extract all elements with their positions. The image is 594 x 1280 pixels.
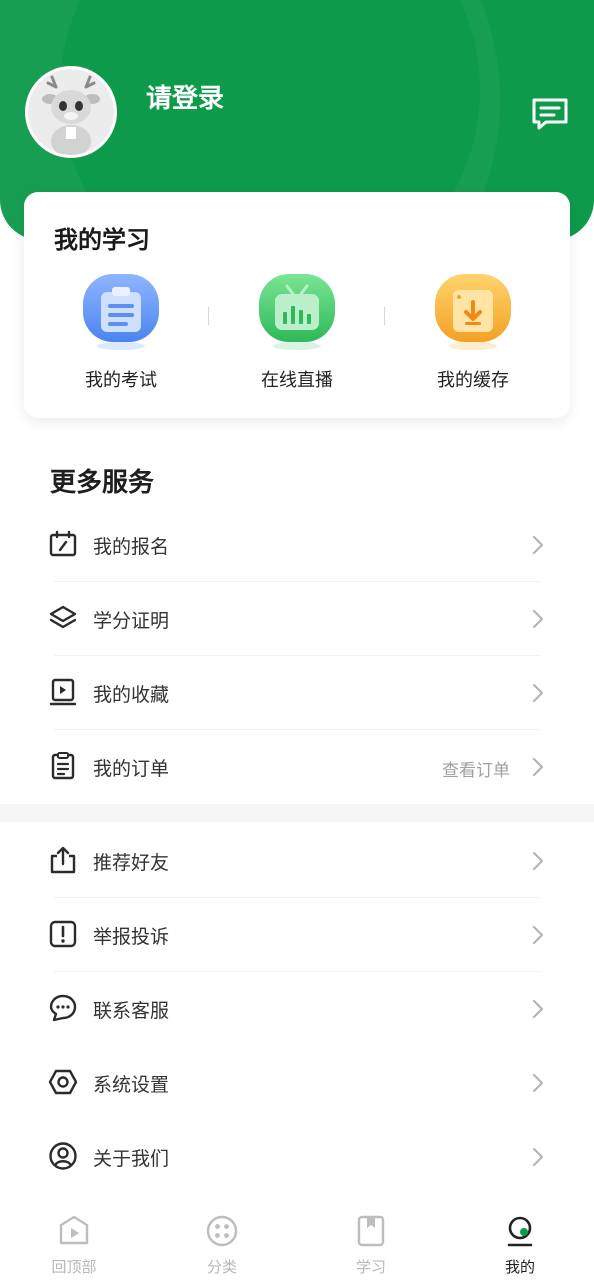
chat-bubble-icon <box>49 994 77 1022</box>
tab-mine[interactable]: 我的 <box>470 1214 570 1277</box>
category-dots-icon <box>206 1215 238 1247</box>
chevron-right-icon <box>532 851 544 871</box>
list-item-recommend-friend[interactable]: 推荐好友 <box>0 824 594 898</box>
live-stream-label: 在线直播 <box>261 370 333 391</box>
tab-label: 我的 <box>504 1258 535 1276</box>
my-cache-button[interactable]: 我的缓存 <box>403 272 543 392</box>
live-stream-button[interactable]: 在线直播 <box>227 272 367 392</box>
share-upload-icon <box>50 846 76 874</box>
layers-icon <box>49 605 77 629</box>
exam-clipboard-icon <box>81 272 161 352</box>
live-tv-icon <box>257 272 337 352</box>
my-study-card: 我的学习 我的考试 在线直播 我的缓存 <box>24 192 570 418</box>
bottom-tab-bar: 回顶部 分类 学习 我的 <box>0 1200 594 1280</box>
list-item-label: 联系客服 <box>93 1000 170 1022</box>
list-item-my-favorites[interactable]: 我的收藏 <box>0 656 594 730</box>
list-item-report-complaint[interactable]: 举报投诉 <box>0 898 594 972</box>
tab-label: 学习 <box>355 1258 386 1276</box>
list-item-label: 推荐好友 <box>93 852 170 874</box>
view-orders-link[interactable]: 查看订单 <box>442 756 510 781</box>
list-item-label: 我的报名 <box>93 536 170 558</box>
deer-mascot-icon <box>28 69 114 155</box>
bookmark-video-icon <box>49 678 77 706</box>
list-item-about-us[interactable]: 关于我们 <box>0 1120 594 1194</box>
tab-category[interactable]: 分类 <box>172 1214 272 1277</box>
play-home-icon <box>59 1215 89 1245</box>
chevron-right-icon <box>532 609 544 629</box>
chevron-right-icon <box>532 1073 544 1093</box>
chevron-right-icon <box>532 683 544 703</box>
list-item-label: 学分证明 <box>93 610 170 632</box>
my-cache-label: 我的缓存 <box>437 370 509 391</box>
chevron-right-icon <box>532 535 544 555</box>
report-alert-icon <box>49 920 77 948</box>
list-item-system-settings[interactable]: 系统设置 <box>0 1046 594 1120</box>
list-item-my-orders[interactable]: 我的订单 查看订单 <box>0 730 594 804</box>
my-study-title: 我的学习 <box>54 226 150 254</box>
list-item-label: 举报投诉 <box>93 926 170 948</box>
chevron-right-icon <box>532 999 544 1019</box>
message-icon <box>532 98 568 130</box>
calendar-icon <box>49 530 77 557</box>
study-book-icon <box>357 1215 385 1247</box>
section-separator <box>0 804 594 822</box>
list-item-contact-service[interactable]: 联系客服 <box>0 972 594 1046</box>
chevron-right-icon <box>532 925 544 945</box>
order-clipboard-icon <box>51 752 75 780</box>
chevron-right-icon <box>532 1147 544 1167</box>
tab-label: 回顶部 <box>51 1258 97 1276</box>
more-services-title: 更多服务 <box>50 468 155 498</box>
login-prompt[interactable]: 请登录 <box>146 78 224 115</box>
tab-study[interactable]: 学习 <box>321 1214 421 1277</box>
settings-hexagon-icon <box>48 1069 78 1095</box>
tab-back-to-top[interactable]: 回顶部 <box>24 1214 124 1277</box>
list-item-my-registration[interactable]: 我的报名 <box>0 508 594 582</box>
list-item-label: 我的收藏 <box>93 684 170 706</box>
divider <box>384 307 385 325</box>
download-cache-icon <box>433 272 513 352</box>
divider <box>208 307 209 325</box>
list-item-credit-certificate[interactable]: 学分证明 <box>0 582 594 656</box>
list-item-label: 关于我们 <box>93 1148 170 1170</box>
avatar[interactable] <box>25 66 117 158</box>
user-circle-icon <box>49 1142 77 1170</box>
tab-label: 分类 <box>206 1258 237 1276</box>
message-button[interactable] <box>530 96 570 132</box>
my-exam-label: 我的考试 <box>85 370 157 391</box>
my-exam-button[interactable]: 我的考试 <box>51 272 191 392</box>
profile-icon <box>507 1216 533 1247</box>
list-item-label: 系统设置 <box>93 1074 170 1096</box>
chevron-right-icon <box>532 757 544 777</box>
list-item-label: 我的订单 <box>93 758 170 780</box>
